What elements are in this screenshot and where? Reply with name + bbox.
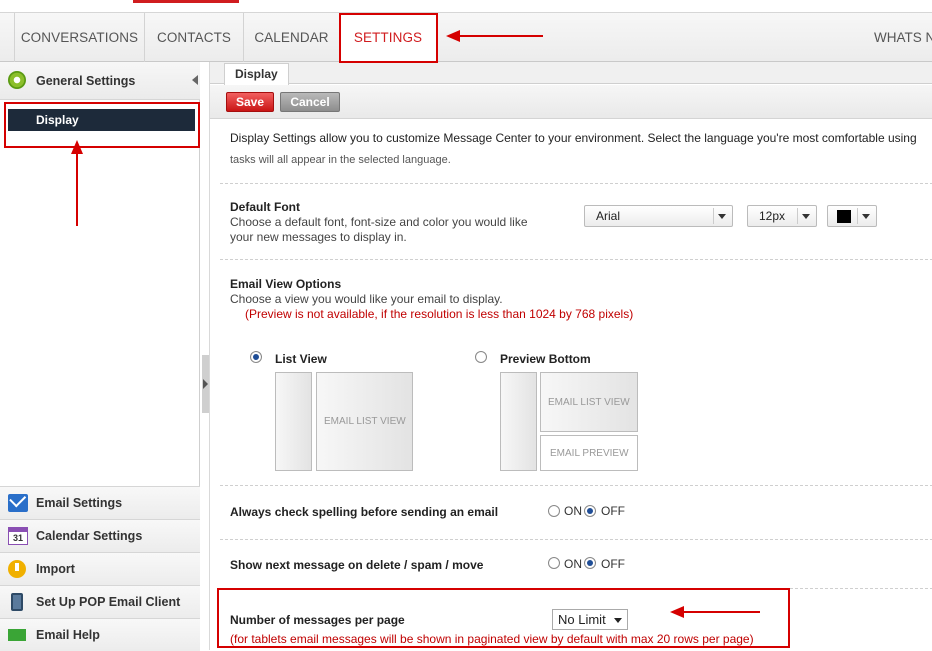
annotation-arrow-left-icon bbox=[670, 606, 684, 618]
annotation-arrow-line bbox=[458, 35, 543, 37]
sidebar-item-label: Set Up POP Email Client bbox=[36, 595, 181, 609]
mail-icon bbox=[8, 494, 28, 512]
chevron-down-icon bbox=[802, 214, 810, 219]
list-view-label[interactable]: List View bbox=[275, 352, 327, 366]
toolbar: Save Cancel bbox=[210, 85, 932, 119]
save-button[interactable]: Save bbox=[226, 92, 274, 112]
sidebar-splitter[interactable] bbox=[202, 355, 209, 413]
help-arrow-icon bbox=[8, 629, 26, 641]
preview-bottom-list-pane[interactable]: EMAIL LIST VIEW bbox=[540, 372, 638, 432]
divider bbox=[220, 485, 932, 486]
annotation-arrow-line bbox=[682, 611, 760, 613]
next-message-off-radio[interactable] bbox=[584, 557, 596, 569]
list-view-pane-text: EMAIL LIST VIEW bbox=[324, 416, 406, 427]
sidebar-item-label: Import bbox=[36, 562, 75, 576]
display-description: Display Settings allow you to customize … bbox=[230, 131, 917, 145]
font-family-value: Arial bbox=[596, 209, 621, 223]
gear-icon bbox=[8, 71, 26, 89]
calendar-icon: 31 bbox=[8, 527, 28, 545]
select-separator bbox=[797, 208, 798, 224]
preview-pane-text: EMAIL PREVIEW bbox=[550, 448, 629, 459]
collapse-left-icon[interactable] bbox=[192, 75, 198, 85]
annotation-arrow-line bbox=[76, 152, 78, 226]
spelling-off-radio[interactable] bbox=[584, 505, 596, 517]
annotation-arrow-left-icon bbox=[446, 30, 460, 42]
default-font-title: Default Font bbox=[230, 200, 300, 214]
list-view-radio[interactable] bbox=[250, 351, 262, 363]
preview-list-pane-text: EMAIL LIST VIEW bbox=[548, 397, 630, 408]
preview-bottom-label[interactable]: Preview Bottom bbox=[500, 352, 591, 366]
email-view-subtitle: Choose a view you would like your email … bbox=[230, 292, 503, 306]
list-view-message-pane[interactable]: EMAIL LIST VIEW bbox=[316, 372, 413, 471]
annotation-box-display bbox=[4, 102, 200, 148]
sidebar-item-calendar-settings[interactable]: 31 Calendar Settings bbox=[0, 519, 200, 552]
divider bbox=[220, 539, 932, 540]
select-separator bbox=[713, 208, 714, 224]
sidebar-header-label: General Settings bbox=[36, 74, 136, 88]
sidebar-item-pop-client[interactable]: Set Up POP Email Client bbox=[0, 585, 200, 618]
tab-display[interactable]: Display bbox=[224, 63, 289, 85]
annotation-arrow-up-icon bbox=[71, 140, 83, 154]
spelling-label: Always check spelling before sending an … bbox=[230, 505, 499, 519]
sidebar-item-label: Calendar Settings bbox=[36, 529, 143, 543]
spelling-on-radio[interactable] bbox=[548, 505, 560, 517]
main-nav: CONVERSATIONS CONTACTS CALENDAR SETTINGS… bbox=[0, 12, 932, 62]
annotation-box-per-page bbox=[217, 588, 790, 648]
spelling-on-label[interactable]: ON bbox=[564, 504, 582, 518]
default-font-desc-1: Choose a default font, font-size and col… bbox=[230, 215, 528, 229]
divider bbox=[220, 259, 932, 260]
tab-contacts[interactable]: CONTACTS bbox=[145, 13, 244, 62]
sidebar-item-email-settings[interactable]: Email Settings bbox=[0, 486, 200, 519]
default-font-desc-2: your new messages to display in. bbox=[230, 230, 407, 244]
preview-bottom-radio[interactable] bbox=[475, 351, 487, 363]
email-view-title: Email View Options bbox=[230, 277, 342, 291]
sidebar-item-email-help[interactable]: Email Help bbox=[0, 618, 200, 651]
next-message-on-label[interactable]: ON bbox=[564, 557, 582, 571]
top-accent-line bbox=[133, 0, 239, 3]
tab-whats-new[interactable]: WHATS NE bbox=[874, 13, 932, 62]
preview-bottom-preview-pane[interactable]: EMAIL PREVIEW bbox=[540, 435, 638, 471]
sidebar-item-import[interactable]: Import bbox=[0, 552, 200, 585]
divider bbox=[220, 183, 932, 184]
sidebar-header-general-settings[interactable]: General Settings bbox=[0, 62, 200, 100]
annotation-box-settings bbox=[339, 13, 438, 63]
chevron-down-icon bbox=[862, 214, 870, 219]
preview-bottom-folder-pane[interactable] bbox=[500, 372, 537, 471]
tab-calendar[interactable]: CALENDAR bbox=[244, 13, 340, 62]
next-message-label: Show next message on delete / spam / mov… bbox=[230, 558, 484, 572]
next-message-on-radio[interactable] bbox=[548, 557, 560, 569]
font-family-select[interactable]: Arial bbox=[584, 205, 733, 227]
settings-panel: Display Save Cancel Display Settings all… bbox=[209, 62, 932, 650]
font-size-select[interactable]: 12px bbox=[747, 205, 817, 227]
chevron-down-icon bbox=[718, 214, 726, 219]
tab-conversations[interactable]: CONVERSATIONS bbox=[14, 13, 145, 62]
list-view-folder-pane[interactable] bbox=[275, 372, 312, 471]
color-swatch bbox=[837, 210, 851, 223]
font-size-value: 12px bbox=[759, 209, 786, 223]
font-color-select[interactable] bbox=[827, 205, 877, 227]
mobile-device-icon bbox=[11, 593, 23, 611]
sidebar-item-label: Email Settings bbox=[36, 496, 123, 510]
select-separator bbox=[857, 208, 858, 224]
panel-tabbar: Display bbox=[210, 62, 932, 85]
spelling-off-label[interactable]: OFF bbox=[601, 504, 625, 518]
cancel-button[interactable]: Cancel bbox=[280, 92, 340, 112]
top-strip bbox=[0, 0, 932, 12]
next-message-off-label[interactable]: OFF bbox=[601, 557, 625, 571]
display-description-cont: tasks will all appear in the selected la… bbox=[230, 154, 451, 166]
email-view-note: (Preview is not available, if the resolu… bbox=[245, 307, 634, 321]
import-icon bbox=[8, 560, 26, 578]
sidebar: General Settings Display Email Settings … bbox=[0, 62, 200, 651]
sidebar-item-label: Email Help bbox=[36, 628, 100, 642]
